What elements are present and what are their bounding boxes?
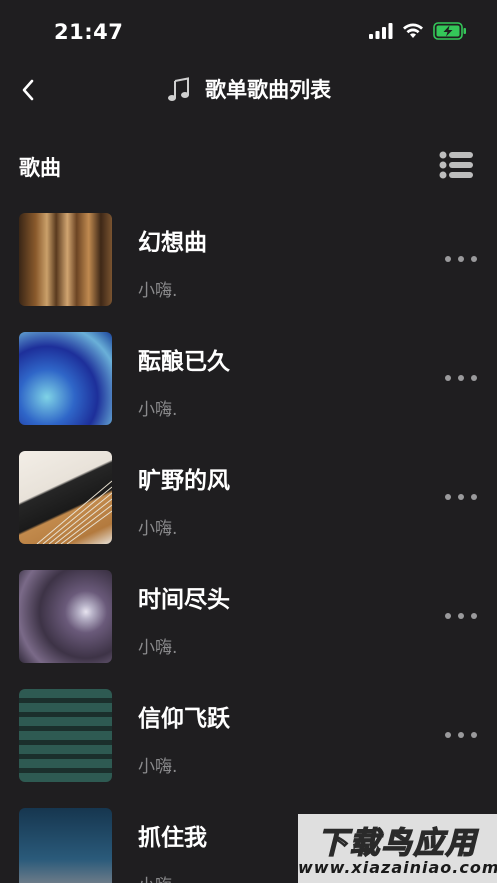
more-options-button[interactable]: [445, 368, 477, 388]
watermark-sub-text: www.xiazainiao.com: [298, 858, 497, 877]
status-time: 21:47: [54, 20, 124, 44]
song-row[interactable]: 幻想曲 小嗨.: [0, 213, 497, 332]
song-artist: 小嗨.: [138, 638, 178, 658]
status-bar: 21:47: [0, 0, 497, 64]
song-row[interactable]: 旷野的风 小嗨.: [0, 451, 497, 570]
song-cover-image: [19, 451, 112, 544]
song-cover-image: [19, 689, 112, 782]
more-options-button[interactable]: [445, 725, 477, 745]
watermark-main-text: 下载鸟应用: [317, 825, 478, 862]
more-options-button[interactable]: [445, 606, 477, 626]
song-title: 酝酿已久: [138, 349, 230, 375]
song-artist: 小嗨.: [138, 519, 178, 539]
nav-title: 歌单歌曲列表: [0, 74, 497, 105]
section-title: 歌曲: [19, 156, 61, 180]
section-header: 歌曲: [0, 140, 497, 190]
song-artist: 小嗨.: [138, 871, 177, 883]
screen: 21:47 歌单歌曲列表 歌曲 幻想曲 小嗨. 酝酿已久 小嗨. 旷野的风 小嗨…: [0, 0, 497, 883]
battery-charging-icon: [433, 22, 466, 40]
page-title: 歌单歌曲列表: [205, 78, 332, 102]
song-artist: 小嗨.: [138, 757, 178, 777]
music-note-icon: [167, 77, 189, 101]
song-cover-image: [19, 332, 112, 425]
song-title: 时间尽头: [138, 587, 230, 613]
song-artist: 小嗨.: [138, 281, 178, 301]
song-title: 抓住我: [138, 825, 207, 851]
song-title: 幻想曲: [138, 230, 207, 256]
wifi-icon: [403, 23, 423, 38]
more-options-button[interactable]: [445, 487, 477, 507]
list-menu-button[interactable]: [439, 150, 475, 180]
more-options-button[interactable]: [445, 249, 477, 269]
song-cover-image: [19, 213, 112, 306]
cellular-signal-icon: [369, 23, 393, 39]
watermark: 下载鸟应用 www.xiazainiao.com: [298, 814, 497, 883]
song-title: 信仰飞跃: [138, 706, 230, 732]
nav-bar: 歌单歌曲列表: [0, 64, 497, 116]
song-row[interactable]: 时间尽头 小嗨.: [0, 570, 497, 689]
song-row[interactable]: 信仰飞跃 小嗨.: [0, 689, 497, 808]
guitar-strings-graphic: [36, 480, 112, 544]
list-menu-icon: [439, 151, 473, 179]
status-icons: [369, 22, 467, 40]
song-title: 旷野的风: [138, 468, 230, 494]
song-list: 幻想曲 小嗨. 酝酿已久 小嗨. 旷野的风 小嗨. 时间尽头 小嗨. 信仰飞跃 …: [0, 213, 497, 883]
song-cover-image: [19, 808, 112, 883]
song-artist: 小嗨.: [138, 400, 178, 420]
song-row[interactable]: 酝酿已久 小嗨.: [0, 332, 497, 451]
song-cover-image: [19, 570, 112, 663]
